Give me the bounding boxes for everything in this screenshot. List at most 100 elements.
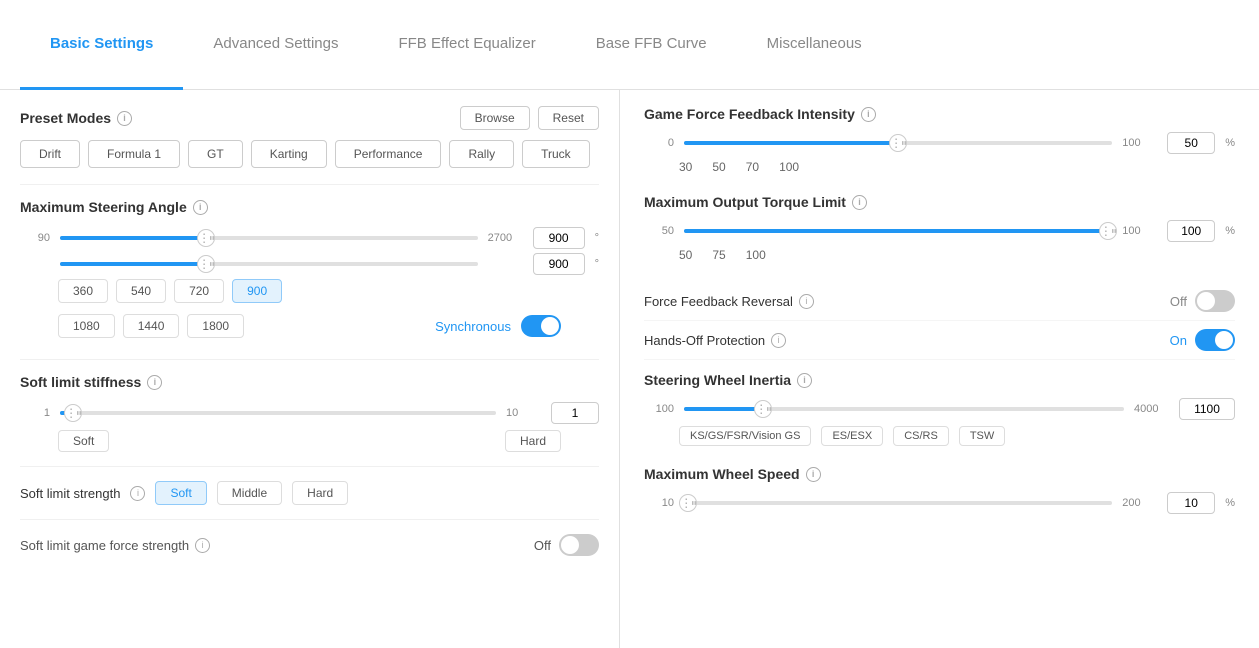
soft-limit-strength-info-icon[interactable]: i — [130, 486, 145, 501]
soft-limit-stiffness-info-icon[interactable]: i — [147, 375, 162, 390]
quick-360[interactable]: 360 — [58, 279, 108, 303]
wheel-speed-track — [684, 501, 1112, 505]
steering-value-input-bottom[interactable] — [533, 253, 585, 275]
hard-label[interactable]: Hard — [505, 430, 561, 452]
preset-formula1[interactable]: Formula 1 — [88, 140, 180, 168]
steering-angle-track-2 — [60, 262, 478, 266]
wheel-speed-slider — [684, 493, 1112, 513]
soft-stiffness-input[interactable] — [551, 402, 599, 424]
soft-stiffness-min: 1 — [20, 407, 50, 419]
steering-angle-slider-wrapper-2 — [60, 254, 478, 274]
steering-inertia-title: Steering Wheel Inertia i — [644, 372, 1235, 388]
game-ffb-quick-50[interactable]: 50 — [712, 160, 725, 174]
preset-rally[interactable]: Rally — [449, 140, 514, 168]
tab-miscellaneous[interactable]: Miscellaneous — [737, 0, 892, 90]
tab-advanced-settings[interactable]: Advanced Settings — [183, 0, 368, 90]
game-ffb-quick-70[interactable]: 70 — [746, 160, 759, 174]
hands-off-info-icon[interactable]: i — [771, 333, 786, 348]
inertia-input[interactable] — [1179, 398, 1235, 420]
hands-off-value: On — [1170, 333, 1187, 348]
hands-off-switch-right: On — [1170, 329, 1235, 351]
game-ffb-info-icon[interactable]: i — [861, 107, 876, 122]
steering-angle-info-icon[interactable]: i — [193, 200, 208, 215]
max-torque-quick-100[interactable]: 100 — [746, 248, 766, 262]
ffb-reversal-switch-right: Off — [1170, 290, 1235, 312]
preset-performance[interactable]: Performance — [335, 140, 442, 168]
inertia-preset-tsw[interactable]: TSW — [959, 426, 1005, 446]
preset-modes-info-icon[interactable]: i — [117, 111, 132, 126]
max-torque-quick-75[interactable]: 75 — [712, 248, 725, 262]
game-ffb-quick-100[interactable]: 100 — [779, 160, 799, 174]
game-ffb-title: Game Force Feedback Intensity i — [644, 106, 1235, 122]
sync-label: Synchronous — [435, 319, 511, 334]
divider-2 — [20, 359, 599, 360]
steering-value-input-top[interactable] — [533, 227, 585, 249]
soft-label[interactable]: Soft — [58, 430, 109, 452]
quick-540[interactable]: 540 — [116, 279, 166, 303]
quick-1440[interactable]: 1440 — [123, 314, 180, 338]
inertia-thumb[interactable] — [754, 400, 772, 418]
max-torque-thumb[interactable] — [1099, 222, 1117, 240]
wheel-speed-thumb[interactable] — [679, 494, 697, 512]
soft-limit-game-info-icon[interactable]: i — [195, 538, 210, 553]
quick-1080[interactable]: 1080 — [58, 314, 115, 338]
top-navigation: Basic Settings Advanced Settings FFB Eff… — [0, 0, 1259, 90]
reset-button[interactable]: Reset — [538, 106, 599, 130]
max-torque-title: Maximum Output Torque Limit i — [644, 194, 1235, 210]
inertia-preset-es[interactable]: ES/ESX — [821, 426, 883, 446]
steering-inertia-info-icon[interactable]: i — [797, 373, 812, 388]
browse-button[interactable]: Browse — [460, 106, 530, 130]
soft-stiffness-track — [60, 411, 496, 415]
steering-angle-title: Maximum Steering Angle i — [20, 199, 599, 215]
max-torque-input[interactable] — [1167, 220, 1215, 242]
soft-stiffness-thumb[interactable] — [64, 404, 82, 422]
tab-ffb-equalizer[interactable]: FFB Effect Equalizer — [368, 0, 565, 90]
preset-truck[interactable]: Truck — [522, 140, 590, 168]
preset-drift[interactable]: Drift — [20, 140, 80, 168]
quick-900[interactable]: 900 — [232, 279, 282, 303]
preset-grid: Drift Formula 1 GT Karting Performance R… — [20, 140, 599, 168]
hands-off-row: Hands-Off Protection i On — [644, 321, 1235, 360]
max-torque-slider — [684, 221, 1112, 241]
max-torque-quick-50[interactable]: 50 — [679, 248, 692, 262]
ffb-reversal-value: Off — [1170, 294, 1187, 309]
inertia-fill — [684, 407, 763, 411]
max-wheel-speed-title: Maximum Wheel Speed i — [644, 466, 1235, 482]
hands-off-toggle[interactable] — [1195, 329, 1235, 351]
game-ffb-section: Game Force Feedback Intensity i 0 100 % — [644, 106, 1235, 174]
max-wheel-speed-info-icon[interactable]: i — [806, 467, 821, 482]
left-panel: Preset Modes i Browse Reset Drift Formul… — [0, 90, 620, 648]
inertia-track — [684, 407, 1124, 411]
sync-toggle[interactable] — [521, 315, 561, 337]
wheel-speed-max: 200 — [1122, 497, 1157, 509]
strength-middle[interactable]: Middle — [217, 481, 282, 505]
soft-limit-game-row: Soft limit game force strength i Off — [20, 534, 599, 556]
game-ffb-thumb[interactable] — [889, 134, 907, 152]
inertia-preset-ks[interactable]: KS/GS/FSR/Vision GS — [679, 426, 811, 446]
tab-base-ffb-curve[interactable]: Base FFB Curve — [566, 0, 737, 90]
game-ffb-input[interactable] — [1167, 132, 1215, 154]
ffb-reversal-info-icon[interactable]: i — [799, 294, 814, 309]
wheel-speed-input[interactable] — [1167, 492, 1215, 514]
game-ffb-quick-30[interactable]: 30 — [679, 160, 692, 174]
quick-1800[interactable]: 1800 — [187, 314, 244, 338]
inertia-preset-cs[interactable]: CS/RS — [893, 426, 949, 446]
max-torque-info-icon[interactable]: i — [852, 195, 867, 210]
soft-limit-game-toggle[interactable] — [559, 534, 599, 556]
strength-soft[interactable]: Soft — [155, 481, 206, 505]
steering-angle-slider-wrapper — [60, 228, 478, 248]
soft-limit-stiffness-section: Soft limit stiffness i 1 10 Soft — [20, 374, 599, 452]
quick-720[interactable]: 720 — [174, 279, 224, 303]
steering-angle-thumb-bottom[interactable] — [197, 255, 215, 273]
soft-limit-stiffness-title: Soft limit stiffness i — [20, 374, 599, 390]
steering-angle-section: Maximum Steering Angle i 90 2700 ° — [20, 199, 599, 345]
steering-angle-thumb-top[interactable] — [197, 229, 215, 247]
strength-hard[interactable]: Hard — [292, 481, 348, 505]
preset-gt[interactable]: GT — [188, 140, 243, 168]
game-ffb-fill — [684, 141, 898, 145]
ffb-reversal-toggle[interactable] — [1195, 290, 1235, 312]
tab-basic-settings[interactable]: Basic Settings — [20, 0, 183, 90]
preset-modes-header: Preset Modes i Browse Reset — [20, 106, 599, 130]
soft-limit-strength-row: Soft limit strength i Soft Middle Hard — [20, 481, 599, 505]
preset-karting[interactable]: Karting — [251, 140, 327, 168]
